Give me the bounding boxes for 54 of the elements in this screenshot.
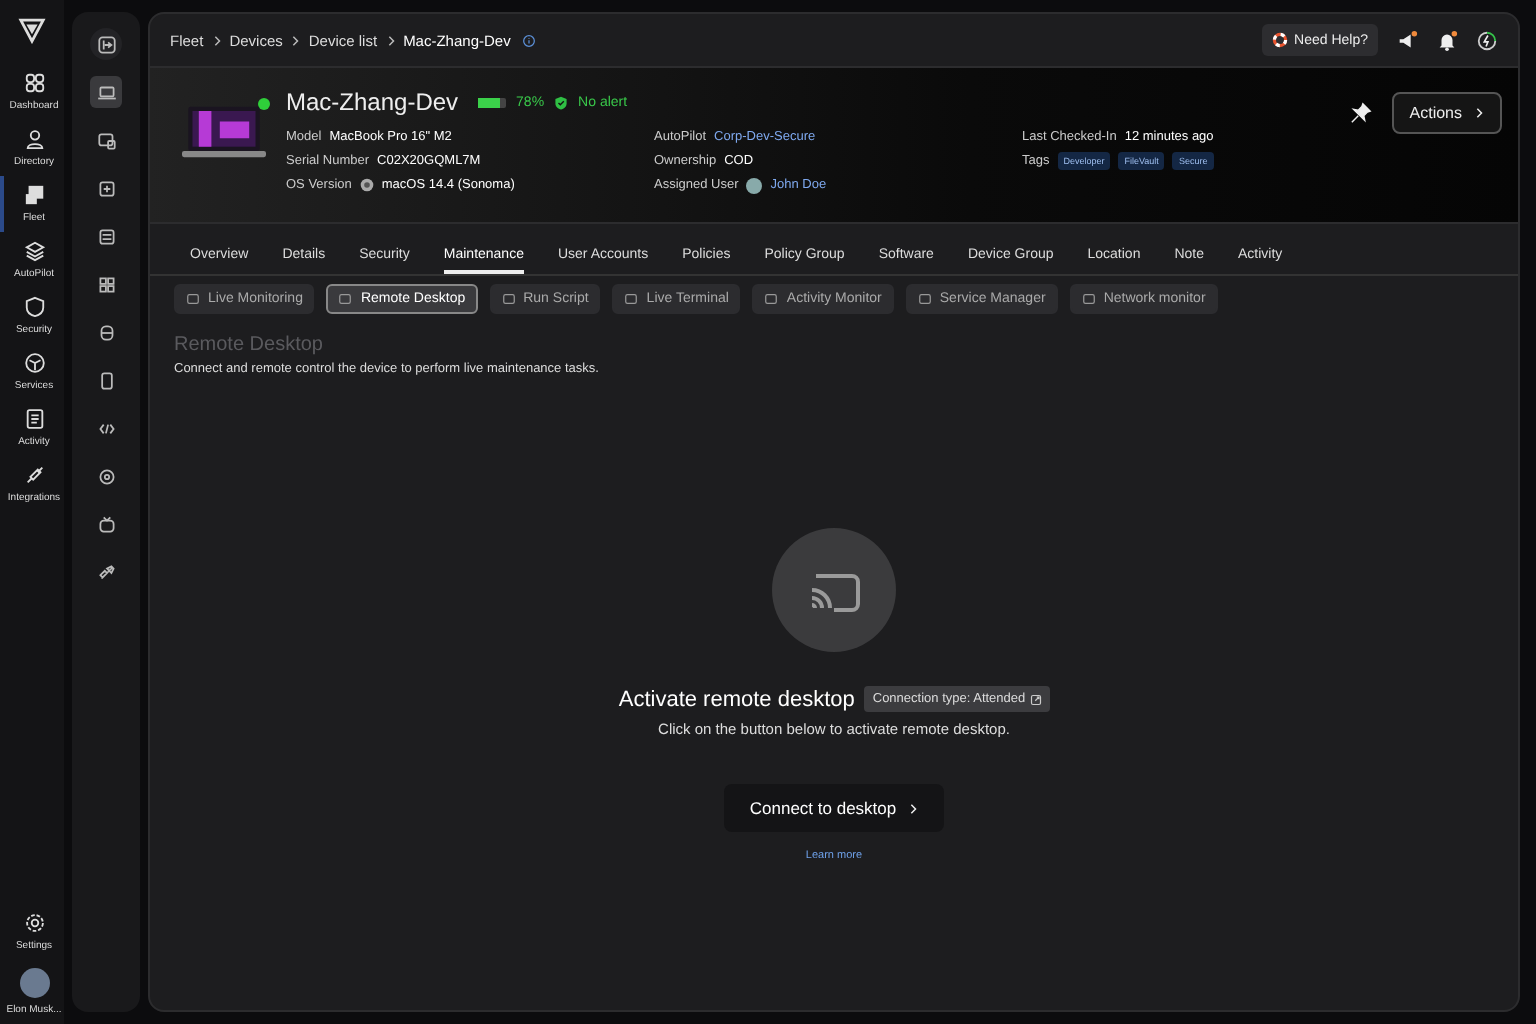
- link-icon: [95, 561, 117, 583]
- layers-icon: [23, 240, 45, 262]
- avatar-circle: [746, 177, 763, 193]
- os-logo-icon: [359, 178, 374, 192]
- tool-icon: [186, 292, 200, 306]
- target-icon: [95, 465, 117, 487]
- user-icon: [23, 128, 45, 150]
- megaphone-icon[interactable]: [1396, 29, 1418, 51]
- tool-icon: [917, 292, 932, 306]
- external-link-icon: [1029, 693, 1042, 705]
- shield-icon: [23, 296, 45, 318]
- tv-icon: [95, 513, 117, 535]
- cast-icon: [772, 528, 896, 652]
- phone-icon: [95, 369, 117, 391]
- tool-icon: [1081, 292, 1096, 306]
- grid-icon: [23, 72, 45, 94]
- lifebuoy-icon: [1272, 32, 1289, 48]
- connect-button[interactable]: Connect to desktop: [723, 784, 945, 832]
- devices-icon: [23, 184, 45, 206]
- monitor-icon: [95, 129, 117, 151]
- power-gauge-icon[interactable]: [1476, 29, 1498, 51]
- database-icon: [95, 321, 117, 343]
- laptop-image: [182, 104, 266, 160]
- device-name: Mac-Zhang-Dev: [286, 88, 459, 116]
- battery-icon: [478, 97, 507, 107]
- info-icon[interactable]: [522, 33, 537, 47]
- chevron-icon: [290, 33, 301, 47]
- rail-button[interactable]: [90, 76, 122, 108]
- cube-icon: [23, 352, 45, 374]
- actions-button[interactable]: Actions: [1391, 92, 1502, 134]
- tool-icon: [764, 292, 779, 306]
- link-icon: [23, 464, 45, 486]
- grid-icon: [95, 273, 117, 295]
- tool-icon: [338, 292, 353, 306]
- shield-check-icon: [554, 95, 569, 109]
- pin-icon[interactable]: [1349, 102, 1372, 124]
- laptop-icon: [95, 81, 117, 103]
- empty-state-title: Activate remote desktop: [618, 687, 855, 711]
- logo-icon: [18, 16, 46, 44]
- plus-icon: [95, 177, 117, 199]
- avatar-circle[interactable]: [19, 968, 49, 998]
- tool-icon: [501, 292, 516, 306]
- sliders-icon: [95, 225, 117, 247]
- chevron-icon: [211, 33, 222, 47]
- chevron-icon: [1474, 106, 1484, 120]
- collapse-button[interactable]: [90, 28, 122, 60]
- collapse-icon: [95, 33, 117, 55]
- chevron-icon: [908, 801, 919, 815]
- bell-icon[interactable]: [1436, 29, 1458, 51]
- tool-icon: [624, 292, 639, 306]
- settings-icon: [23, 912, 45, 934]
- chevron-icon: [385, 33, 396, 47]
- document-icon: [23, 408, 45, 430]
- section-title: Remote Desktop: [174, 334, 325, 356]
